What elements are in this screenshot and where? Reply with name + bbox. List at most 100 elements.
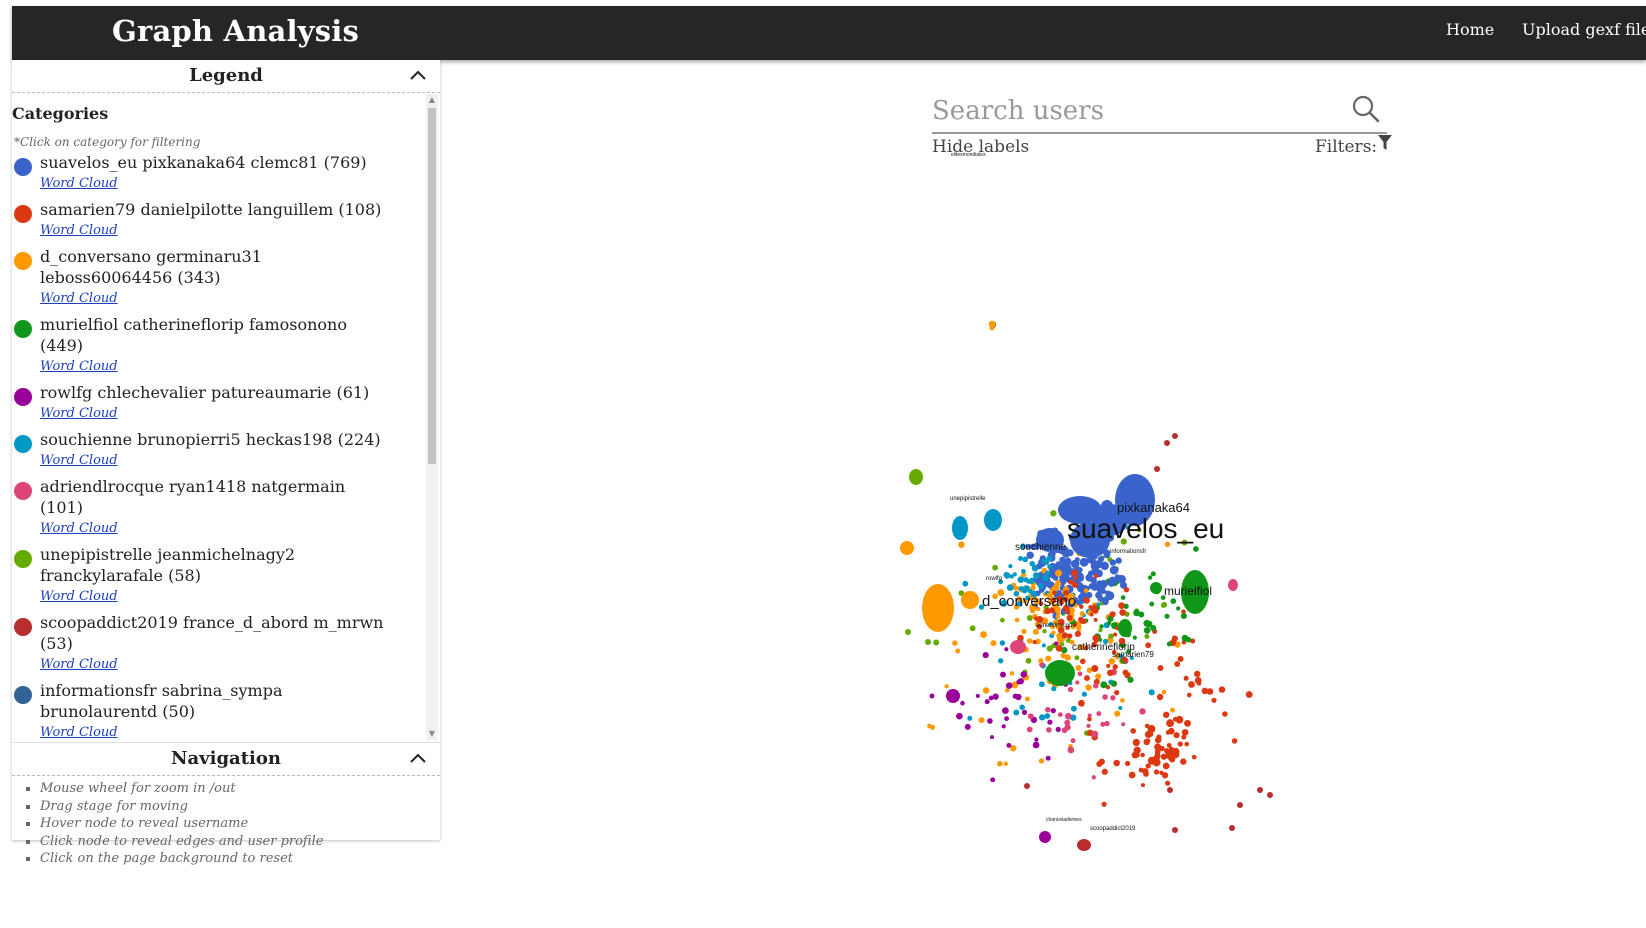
graph-node-cluster[interactable] (946, 689, 960, 703)
category-color-dot[interactable] (14, 686, 32, 704)
graph-node[interactable] (1005, 682, 1013, 689)
category-color-dot[interactable] (14, 205, 32, 223)
graph-node[interactable] (1008, 563, 1013, 569)
graph-node[interactable] (1074, 655, 1080, 661)
legend-category[interactable]: scoopaddict2019 france_d_abord m_mrwn (5… (12, 612, 424, 675)
scroll-down-arrow-icon[interactable]: ▼ (428, 730, 436, 738)
graph-node[interactable] (1143, 627, 1151, 634)
graph-node[interactable] (1012, 693, 1018, 699)
graph-node[interactable] (1123, 587, 1130, 593)
graph-node-cluster[interactable] (1077, 839, 1091, 851)
graph-node[interactable] (1087, 570, 1094, 577)
category-color-dot[interactable] (14, 550, 32, 568)
graph-node[interactable] (1083, 588, 1089, 593)
graph-node[interactable] (1038, 714, 1046, 721)
category-label[interactable]: suavelos_eu pixkanaka64 clemc81 (769) (40, 152, 390, 173)
graph-node[interactable] (1164, 440, 1170, 446)
graph-node[interactable] (1034, 737, 1039, 742)
graph-node[interactable] (1041, 643, 1046, 648)
network-graph[interactable]: suavelos_eupixkanaka64 d_conversano muriel… (860, 150, 1380, 910)
graph-node[interactable] (1050, 510, 1057, 517)
graph-node[interactable] (1108, 658, 1116, 665)
graph-node[interactable] (1041, 574, 1049, 582)
graph-node[interactable] (1065, 712, 1072, 720)
graph-node[interactable] (1218, 686, 1226, 693)
category-label[interactable]: murielfiol catherineflorip famosonono (4… (40, 314, 390, 356)
graph-node[interactable] (1020, 671, 1027, 678)
graph-node[interactable] (1091, 730, 1099, 738)
graph-node[interactable] (984, 699, 990, 705)
graph-node[interactable] (1143, 771, 1149, 777)
graph-node[interactable] (1093, 617, 1098, 622)
graph-node[interactable] (1156, 693, 1164, 701)
graph-node[interactable] (1181, 634, 1189, 642)
graph-node[interactable] (1033, 616, 1039, 621)
category-color-dot[interactable] (14, 618, 32, 636)
graph-node[interactable] (1064, 724, 1071, 731)
graph-node[interactable] (1092, 634, 1100, 642)
category-label[interactable]: souchienne brunopierri5 heckas198 (224) (40, 429, 390, 450)
graph-node[interactable] (1013, 709, 1020, 716)
graph-node[interactable] (1081, 691, 1087, 697)
graph-node[interactable] (1110, 695, 1116, 701)
graph-node[interactable] (1118, 602, 1125, 609)
word-cloud-link[interactable]: Word Cloud (40, 221, 424, 241)
graph-node[interactable] (1113, 632, 1118, 637)
graph-node[interactable] (1102, 694, 1108, 700)
graph-node-cluster[interactable] (1150, 582, 1162, 594)
graph-node[interactable] (1068, 579, 1074, 585)
category-label[interactable]: unepipistrelle jeanmichelnagy2 franckyla… (40, 544, 390, 586)
graph-node[interactable] (1085, 684, 1092, 691)
graph-node[interactable] (1113, 759, 1120, 767)
graph-node[interactable] (929, 693, 935, 699)
graph-node[interactable] (1038, 758, 1045, 764)
graph-node[interactable] (955, 648, 961, 654)
graph-node[interactable] (1109, 611, 1116, 618)
graph-node[interactable] (1222, 711, 1228, 717)
graph-node[interactable] (1166, 742, 1172, 748)
graph-node[interactable] (987, 718, 993, 724)
graph-node[interactable] (925, 639, 931, 645)
graph-node[interactable] (1108, 580, 1115, 587)
graph-node[interactable] (1124, 760, 1131, 767)
graph-node[interactable] (1095, 591, 1103, 599)
graph-node[interactable] (1055, 569, 1062, 577)
graph-node[interactable] (1070, 738, 1076, 744)
category-label[interactable]: d_conversano germinaru31 leboss60064456 … (40, 246, 390, 288)
graph-node[interactable] (964, 723, 971, 730)
graph-node[interactable] (1045, 755, 1051, 761)
search-input[interactable] (932, 94, 1332, 128)
category-label[interactable]: informationsfr sabrina_sympa brunolauren… (40, 680, 390, 722)
word-cloud-link[interactable]: Word Cloud (40, 587, 424, 607)
legend-category[interactable]: informationsfr sabrina_sympa brunolauren… (12, 680, 424, 740)
graph-node[interactable] (1055, 614, 1061, 619)
graph-node[interactable] (1144, 634, 1150, 639)
graph-node[interactable] (1162, 711, 1170, 719)
graph-node[interactable] (1095, 673, 1102, 680)
graph-node[interactable] (1037, 582, 1044, 590)
graph-node[interactable] (969, 625, 976, 632)
graph-node[interactable] (1055, 645, 1063, 652)
graph-node[interactable] (952, 640, 958, 646)
graph-node[interactable] (1147, 575, 1153, 580)
graph-node[interactable] (1109, 565, 1119, 575)
graph-node[interactable] (1084, 675, 1090, 682)
filter-funnel-icon[interactable] (1378, 135, 1393, 156)
graph-node[interactable] (998, 658, 1004, 664)
graph-node[interactable] (1017, 576, 1025, 584)
graph-node[interactable] (988, 320, 996, 328)
graph-node[interactable] (1143, 619, 1151, 627)
graph-node[interactable] (1100, 681, 1108, 689)
legend-category[interactable]: suavelos_eu pixkanaka64 clemc81 (769) Wor… (12, 152, 424, 194)
graph-node[interactable] (1087, 713, 1092, 718)
graph-node[interactable] (982, 651, 989, 659)
graph-node[interactable] (1108, 633, 1114, 639)
graph-node[interactable] (1031, 564, 1039, 572)
graph-node[interactable] (1051, 630, 1056, 636)
graph-node[interactable] (1138, 611, 1145, 618)
word-cloud-link[interactable]: Word Cloud (40, 404, 424, 424)
graph-node[interactable] (1098, 628, 1103, 633)
graph-node[interactable] (1077, 567, 1083, 573)
graph-node[interactable] (1109, 559, 1117, 566)
graph-node[interactable] (1046, 727, 1052, 733)
